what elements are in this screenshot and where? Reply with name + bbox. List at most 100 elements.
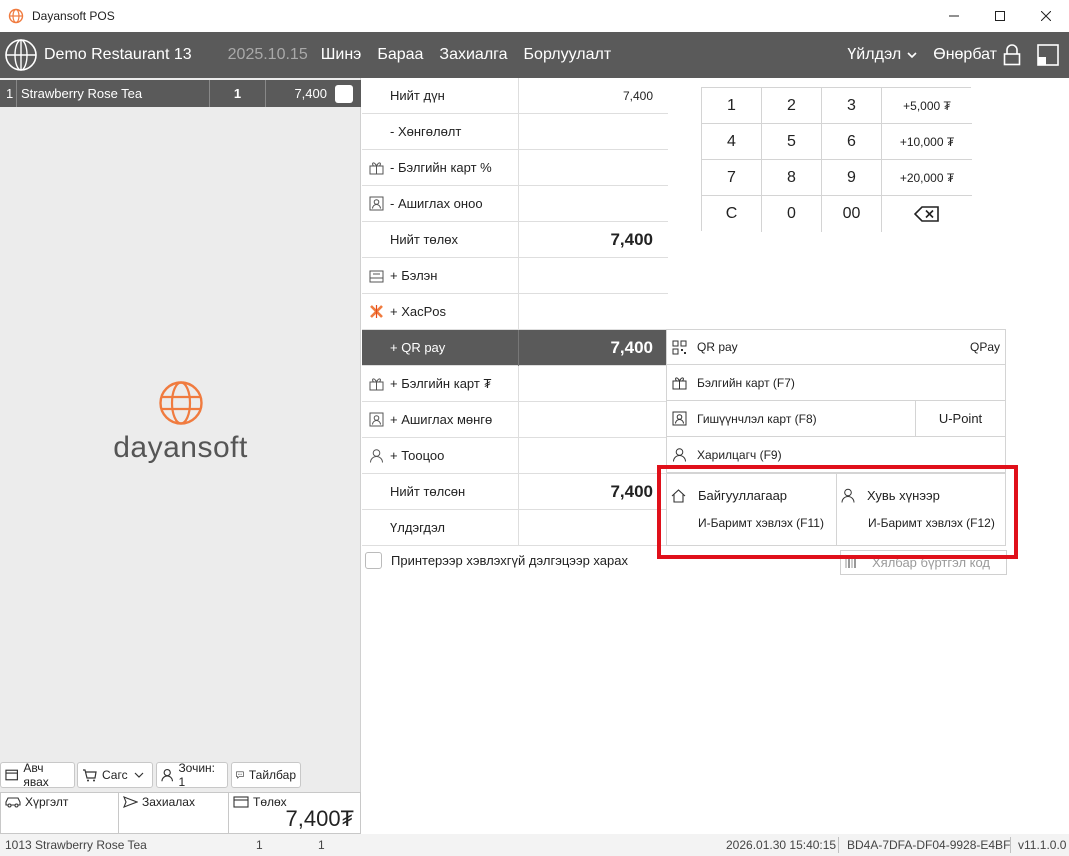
numpad-key[interactable]: 2 — [762, 88, 822, 124]
numpad-key[interactable]: 7 — [702, 160, 762, 196]
numpad-key[interactable]: 5 — [762, 124, 822, 160]
guests-button[interactable]: Зочин: 1 — [156, 761, 228, 789]
person-icon — [362, 448, 390, 463]
payment-row[interactable]: - Ашиглах оноо — [362, 185, 668, 222]
nav-orders[interactable]: Захиалга — [439, 46, 507, 64]
payment-row[interactable]: - Хөнгөлөлт — [362, 113, 668, 150]
cart-icon — [83, 768, 97, 781]
barcode-code-input[interactable]: Хялбар бүртгэл код — [840, 550, 1007, 575]
qr-code-icon — [672, 340, 687, 354]
pay-button[interactable]: Төлөх 7,400₮ — [228, 792, 361, 834]
nav-products[interactable]: Бараа — [377, 46, 423, 64]
payment-row[interactable]: Үлдэгдэл — [362, 509, 668, 546]
actions-menu[interactable]: Үйлдэл — [847, 46, 901, 64]
payment-row-label-cell: + Тооцоо — [362, 437, 519, 474]
minimize-button[interactable] — [931, 0, 977, 32]
numpad-key[interactable]: +10,000 ₮ — [882, 124, 972, 160]
payment-row[interactable]: + Ашиглах мөнгө — [362, 401, 668, 438]
payment-row[interactable]: - Бэлгийн карт % — [362, 149, 668, 186]
takeaway-button[interactable]: Авч явах — [0, 761, 75, 789]
layout-toggle-icon[interactable] — [1037, 44, 1059, 66]
payment-row[interactable]: + Бэлгийн карт ₮ — [362, 365, 668, 402]
user-name[interactable]: Өнөрбат — [933, 46, 997, 64]
numpad-key[interactable]: 6 — [822, 124, 882, 160]
ebarimt-organization-sub: И-Баримт хэвлэх (F11) — [698, 516, 824, 530]
payment-row-label: Нийт төлсөн — [390, 484, 466, 499]
payment-row[interactable]: Нийт төлсөн 7,400 — [362, 473, 668, 510]
payment-row-label-cell: + Бэлгийн карт ₮ — [362, 365, 519, 402]
app-header: Demo Restaurant 13 2025.10.15 Шинэ Бараа… — [0, 32, 1069, 78]
ebarimt-options: Байгууллагаар И-Баримт хэвлэх (F11) Хувь… — [666, 473, 1006, 546]
numpad-key[interactable]: +20,000 ₮ — [882, 160, 972, 196]
close-window-button[interactable] — [1023, 0, 1069, 32]
numpad-key[interactable]: C — [702, 196, 762, 232]
status-divider — [838, 837, 839, 853]
nav-sales[interactable]: Борлуулалт — [524, 46, 612, 64]
order-line-number: 1 — [0, 80, 17, 107]
basket-label: Сагс — [102, 768, 128, 782]
numpad-key[interactable]: 8 — [762, 160, 822, 196]
ebarimt-organization-button[interactable]: Байгууллагаар И-Баримт хэвлэх (F11) — [667, 474, 836, 545]
member-card-method[interactable]: Гишүүнчлэл карт (F8) U-Point — [666, 401, 1006, 437]
ebarimt-person-button[interactable]: Хувь хүнээр И-Баримт хэвлэх (F12) — [836, 474, 1005, 545]
globe-icon[interactable] — [4, 38, 38, 72]
payment-methods: QR pay QPay Бэлгийн карт (F7) Гишүүнчлэл… — [666, 329, 1006, 473]
payment-summary: Нийт дүн 7,400 - Хөнгөлөлт - Бэлгийн карт %… — [362, 77, 668, 546]
member-card-icon — [362, 412, 390, 427]
numpad-key[interactable]: 9 — [822, 160, 882, 196]
send-icon — [123, 796, 138, 808]
payment-row[interactable]: + Бэлэн — [362, 257, 668, 294]
note-button[interactable]: Тайлбар — [231, 762, 301, 788]
gift-card-icon — [672, 377, 687, 390]
ebarimt-person-label: Хувь хүнээр — [867, 488, 940, 503]
nav-new[interactable]: Шинэ — [321, 46, 362, 64]
ebarimt-person-sub: И-Баримт хэвлэх (F12) — [868, 516, 995, 530]
numpad-key[interactable]: 4 — [702, 124, 762, 160]
payment-row[interactable]: + QR pay 7,400 — [362, 329, 668, 366]
printer-toggle[interactable]: Принтерээр хэвлэхгүй дэлгэцээр харах — [365, 552, 628, 569]
car-icon — [5, 797, 21, 808]
cash-icon — [362, 269, 390, 283]
basket-button[interactable]: Сагс — [77, 762, 153, 788]
payment-row[interactable]: + ХасPos — [362, 293, 668, 330]
order-line[interactable]: 1 Strawberry Rose Tea 1 7,400 — [0, 80, 361, 107]
numpad-key[interactable]: 00 — [822, 196, 882, 232]
status-item: 1013 Strawberry Rose Tea — [5, 838, 147, 852]
numpad-key[interactable]: 0 — [762, 196, 822, 232]
payment-row[interactable]: + Тооцоо — [362, 437, 668, 474]
lock-icon[interactable] — [1003, 44, 1021, 66]
qr-pay-method[interactable]: QR pay QPay — [666, 329, 1006, 365]
printer-checkbox[interactable] — [365, 552, 382, 569]
payment-row-value[interactable]: 7,400 — [519, 230, 660, 250]
brand-name: dayansoft — [113, 431, 248, 464]
payment-row-value[interactable]: 7,400 — [519, 89, 660, 103]
customer-method[interactable]: Харилцагч (F9) — [666, 437, 1006, 473]
payment-row-label-cell: - Хөнгөлөлт — [362, 113, 519, 150]
payment-row-label-cell: - Бэлгийн карт % — [362, 149, 519, 186]
business-date: 2025.10.15 — [227, 46, 308, 63]
numpad-key[interactable]: 3 — [822, 88, 882, 124]
payment-row-value[interactable]: 7,400 — [519, 338, 660, 358]
gift-card-method[interactable]: Бэлгийн карт (F7) — [666, 365, 1006, 401]
order-line-checkbox[interactable] — [335, 84, 353, 103]
chevron-down-icon[interactable] — [907, 51, 917, 59]
delivery-button[interactable]: Хүргэлт — [0, 792, 119, 834]
backspace-key[interactable] — [882, 196, 972, 232]
status-count: 1 — [318, 838, 325, 852]
numpad-key[interactable]: +5,000 ₮ — [882, 88, 972, 124]
payment-row[interactable]: Нийт төлөх 7,400 — [362, 221, 668, 258]
payment-row-label-cell: Нийт төлөх — [362, 221, 519, 258]
chevron-down-icon — [134, 772, 144, 778]
order-line-qty[interactable]: 1 — [210, 80, 266, 107]
place-order-button[interactable]: Захиалах — [118, 792, 229, 834]
customer-label: Харилцагч (F9) — [697, 447, 782, 462]
payment-row-value[interactable]: 7,400 — [519, 482, 660, 502]
takeaway-icon — [5, 769, 18, 781]
upoint-button[interactable]: U-Point — [915, 401, 1005, 436]
numpad-key[interactable]: 1 — [702, 88, 762, 124]
guests-label: Зочин: 1 — [178, 761, 216, 789]
payment-row-label-cell: + Бэлэн — [362, 257, 519, 294]
payment-row-label: + Тооцоо — [390, 448, 445, 463]
payment-row[interactable]: Нийт дүн 7,400 — [362, 77, 668, 114]
maximize-button[interactable] — [977, 0, 1023, 32]
